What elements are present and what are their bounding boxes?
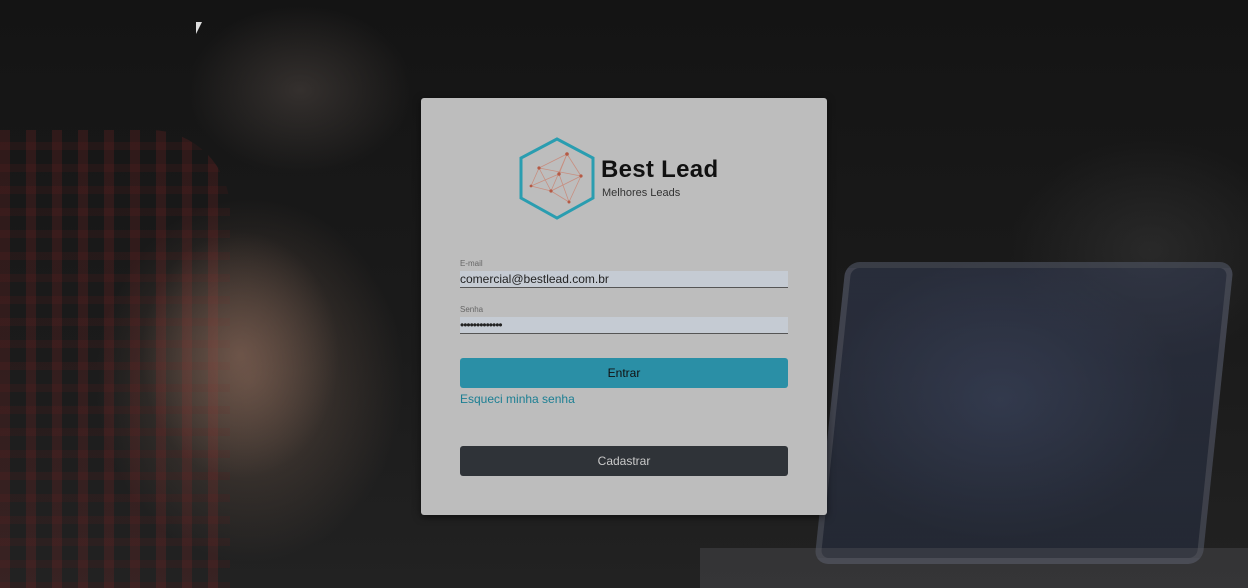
email-field-group: E-mail comercial@bestlead.com.br xyxy=(460,259,788,288)
background-hand xyxy=(140,230,340,480)
background-laptop-base xyxy=(700,548,1248,588)
brand-tagline: Melhores Leads xyxy=(602,187,681,199)
background-laptop xyxy=(814,262,1234,564)
register-button[interactable]: Cadastrar xyxy=(460,446,788,476)
login-button[interactable]: Entrar xyxy=(460,358,788,388)
brand-name: Best Lead xyxy=(601,156,719,183)
email-field[interactable]: comercial@bestlead.com.br xyxy=(460,271,788,288)
mouse-cursor-icon xyxy=(196,22,202,34)
login-card: Best Lead Melhores Leads E-mail comercia… xyxy=(421,98,827,515)
email-label: E-mail xyxy=(460,259,483,268)
hexagon-network-icon xyxy=(519,137,595,220)
password-field-group: Senha ••••••••••••• xyxy=(460,305,788,334)
forgot-password-link[interactable]: Esqueci minha senha xyxy=(460,392,575,406)
password-field[interactable]: ••••••••••••• xyxy=(460,317,788,334)
brand-logo: Best Lead Melhores Leads xyxy=(519,136,739,222)
password-label: Senha xyxy=(460,305,484,314)
